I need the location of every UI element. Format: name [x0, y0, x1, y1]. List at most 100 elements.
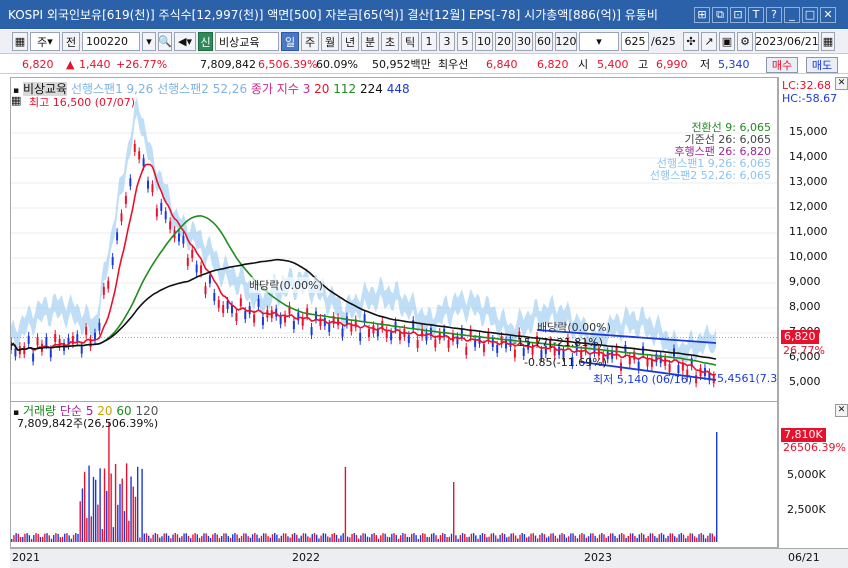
count-input[interactable]: 625 [621, 32, 649, 51]
interval-3[interactable]: 3 [439, 32, 455, 51]
candle-body [164, 211, 167, 220]
link-icon[interactable]: ⊡ [730, 6, 746, 23]
volume-bar [594, 535, 596, 542]
panel-close-icon[interactable]: ✕ [835, 77, 848, 90]
interval-30[interactable]: 30 [515, 32, 533, 51]
volume-bar [322, 533, 325, 542]
volume-bar [494, 535, 497, 542]
sell-button[interactable]: 매도 [806, 57, 838, 73]
candle-body [155, 208, 158, 217]
volume-bar [130, 476, 132, 542]
stock-name-field[interactable]: 비상교육 [215, 32, 279, 51]
volume-bar [75, 533, 77, 542]
volume-chart[interactable]: ▪ 거래량 단순 5 20 60 120 7,809,842주(26,506.3… [10, 402, 778, 548]
volume-bar [483, 533, 486, 542]
volume-bar [48, 535, 50, 542]
volume-bar [388, 537, 391, 542]
volume-bar [696, 537, 698, 542]
period-week[interactable]: 주 [301, 32, 319, 51]
volume-bar [369, 537, 371, 542]
period-second[interactable]: 초 [381, 32, 399, 51]
interval-10[interactable]: 10 [475, 32, 493, 51]
period-month[interactable]: 월 [321, 32, 339, 51]
volume-bar [338, 538, 340, 542]
price-tick: 10,000 [789, 250, 828, 263]
volume-panel-close-icon[interactable]: ✕ [835, 404, 848, 417]
volume-bar [86, 518, 88, 542]
volume-bar [278, 538, 280, 542]
candle-body [637, 361, 640, 370]
prev-button[interactable]: 전 [62, 32, 80, 51]
candle-body [182, 235, 185, 244]
candle-body [186, 257, 189, 266]
restore-icon[interactable]: ⧉ [712, 6, 728, 23]
help-icon[interactable]: ? [766, 6, 782, 23]
candle-body [319, 317, 322, 326]
candle-body [124, 195, 127, 204]
volume-bar [605, 537, 607, 542]
table-icon[interactable]: ▦ [11, 94, 21, 107]
ma20-line [11, 163, 717, 376]
candle-body [487, 332, 490, 341]
volume-bar [139, 537, 141, 542]
candle-body [412, 320, 415, 329]
interval-1[interactable]: 1 [421, 32, 437, 51]
volume-bar [220, 535, 223, 542]
buy-button[interactable]: 매수 [766, 57, 798, 73]
interval-60[interactable]: 60 [535, 32, 553, 51]
code-input[interactable]: 100220 [82, 32, 140, 51]
period-minute[interactable]: 분 [361, 32, 379, 51]
volume-bar [477, 538, 479, 542]
interval-120[interactable]: 120 [555, 32, 577, 51]
legend-ma448: 448 [386, 82, 410, 96]
volume-bar [232, 534, 234, 542]
volume-bar [331, 534, 333, 542]
volume-bar [203, 533, 205, 542]
price-chart-canvas[interactable] [11, 78, 778, 402]
volume-bar [198, 537, 201, 542]
volume-bar [304, 533, 307, 542]
volume-bar [472, 533, 475, 542]
volume-bar [287, 536, 289, 542]
period-tick[interactable]: 틱 [401, 32, 419, 51]
candle-body [297, 312, 300, 321]
calendar-icon[interactable]: ▦ [821, 32, 835, 51]
code-dropdown-icon[interactable]: ▾ [142, 32, 156, 51]
interval-5[interactable]: 5 [457, 32, 473, 51]
price-chart[interactable]: ▪ 비상교육 선행스팬1 9,26 선행스팬2 52,26 종가 지수 3 20… [10, 77, 778, 402]
volume-bar [583, 534, 585, 542]
volume-bar [143, 533, 146, 542]
market-select[interactable]: 주 ▾ [30, 32, 60, 51]
volume-bar [77, 533, 79, 542]
minimize-icon[interactable]: _ [784, 6, 800, 23]
period-day[interactable]: 일 [281, 32, 299, 51]
crosshair-icon[interactable]: ✣ [683, 32, 699, 51]
candle-body [169, 221, 172, 230]
custom-interval-input[interactable]: ▾ [579, 32, 619, 51]
search-icon[interactable]: 🔍 [158, 32, 172, 51]
trendline-icon[interactable]: ↗ [701, 32, 717, 51]
price-tick: 14,000 [789, 150, 828, 163]
candle-body [279, 316, 282, 325]
close-icon[interactable]: ✕ [820, 6, 836, 23]
period-year[interactable]: 년 [341, 32, 359, 51]
candle-body [628, 356, 631, 365]
volume-bar [271, 534, 274, 542]
speaker-icon[interactable]: ◀▾ [174, 32, 196, 51]
font-size-icon[interactable]: T [748, 6, 764, 23]
volume-bar [682, 534, 685, 542]
date-input[interactable]: 2023/06/21 [755, 32, 819, 51]
save-icon[interactable]: ▣ [719, 32, 735, 51]
volume-bar [355, 534, 358, 542]
settings-icon[interactable]: ⚙ [737, 32, 753, 51]
window-icon[interactable]: ⊞ [694, 6, 710, 23]
volume-bar [687, 535, 689, 542]
grid-icon[interactable]: ▦ [12, 32, 28, 51]
volume-bar [386, 536, 389, 542]
volume-bar [693, 536, 696, 542]
volume-tick-2500k: 2,500K [787, 503, 826, 516]
candle-body [116, 232, 119, 241]
interval-20[interactable]: 20 [495, 32, 513, 51]
volume-bar [651, 533, 654, 542]
maximize-icon[interactable]: □ [802, 6, 818, 23]
